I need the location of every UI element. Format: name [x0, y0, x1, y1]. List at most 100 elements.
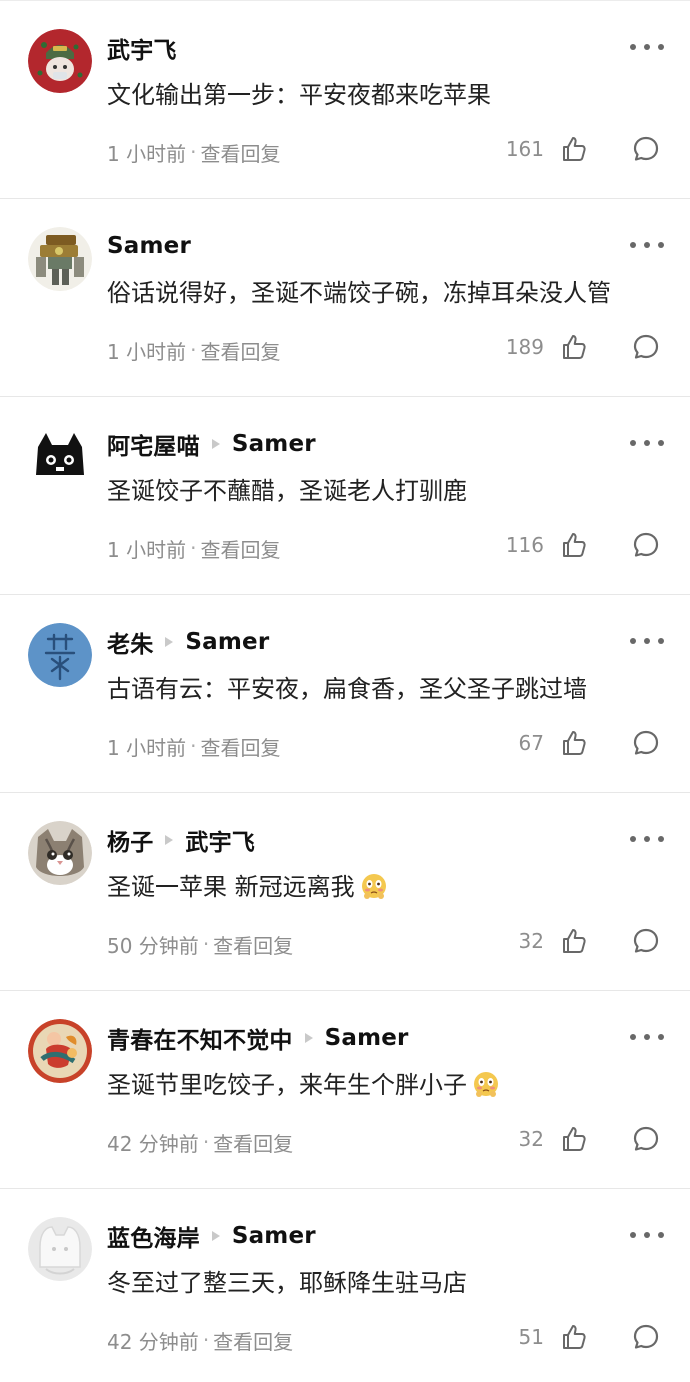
comment-bubble-icon[interactable] [630, 1321, 662, 1353]
username[interactable]: 阿宅屋喵 [107, 427, 200, 461]
comment-meta: 42 分钟前 · 查看回复 [107, 1325, 293, 1355]
username[interactable]: 武宇飞 [107, 31, 177, 65]
comment-header: 老朱 Samer [107, 625, 269, 659]
view-replies-link[interactable]: 查看回复 [213, 1326, 293, 1355]
thumbs-up-icon[interactable] [558, 925, 590, 957]
black-cat-avatar[interactable] [28, 425, 92, 489]
username[interactable]: 老朱 [107, 625, 153, 659]
comment-header: Samer [107, 229, 191, 263]
comment-header: 阿宅屋喵 Samer [107, 427, 316, 461]
comment-item: 青春在不知不觉中 Samer 圣诞节里吃饺子，来年生个胖小子 42 分钟前 · … [0, 991, 690, 1189]
view-replies-link[interactable]: 查看回复 [200, 732, 280, 761]
username[interactable]: Samer [107, 233, 191, 259]
comment-meta: 1 小时前 · 查看回复 [107, 533, 280, 563]
white-cat-avatar[interactable] [28, 1217, 92, 1281]
more-dots-icon[interactable] [630, 633, 664, 649]
comment-text: 圣诞饺子不蘸醋，圣诞老人打驯鹿 [107, 477, 467, 505]
comment-bubble-icon[interactable] [630, 529, 662, 561]
comment-actions: 189 [504, 327, 662, 367]
comment-time: 1 小时前 [107, 141, 187, 166]
more-dots-icon[interactable] [630, 1227, 664, 1243]
cat-in-red-hat-avatar[interactable] [28, 29, 92, 93]
comment-meta: 1 小时前 · 查看回复 [107, 335, 280, 365]
reply-arrow-icon [211, 1231, 220, 1241]
like-count: 67 [518, 731, 544, 755]
comment-text-content: 圣诞一苹果 新冠远离我 [107, 873, 355, 901]
comment-meta: 42 分钟前 · 查看回复 [107, 1127, 293, 1157]
comment-actions: 32 [504, 1119, 662, 1159]
view-replies-link[interactable]: 查看回复 [213, 930, 293, 959]
comment-bubble-icon[interactable] [630, 331, 662, 363]
comment-actions: 51 [504, 1317, 662, 1357]
reply-arrow-icon [165, 835, 174, 845]
comment-actions: 116 [504, 525, 662, 565]
more-dots-icon[interactable] [630, 39, 664, 55]
comment-meta: 1 小时前 · 查看回复 [107, 137, 280, 167]
reply-target-username[interactable]: Samer [232, 431, 316, 457]
reply-target-username[interactable]: 武宇飞 [185, 823, 255, 857]
comment-time: 1 小时前 [107, 537, 187, 562]
comment-text: 古语有云：平安夜，扁食香，圣父圣子跳过墙 [107, 675, 587, 703]
comment-bubble-icon[interactable] [630, 925, 662, 957]
like-count: 189 [505, 335, 544, 359]
comment-actions: 67 [504, 723, 662, 763]
view-replies-link[interactable]: 查看回复 [200, 336, 280, 365]
username[interactable]: 杨子 [107, 823, 153, 857]
reply-arrow-icon [165, 637, 174, 647]
comment-text: 文化输出第一步：平安夜都来吃苹果 [107, 81, 491, 109]
view-replies-link[interactable]: 查看回复 [200, 534, 280, 563]
comment-header: 蓝色海岸 Samer [107, 1219, 316, 1253]
separator-dot: · [190, 536, 197, 560]
view-replies-link[interactable]: 查看回复 [200, 138, 280, 167]
reply-arrow-icon [211, 439, 220, 449]
comment-bubble-icon[interactable] [630, 727, 662, 759]
flushed-face-emoji [471, 1069, 501, 1099]
comment-actions: 161 [504, 129, 662, 169]
comment-text: 冬至过了整三天，耶稣降生驻马店 [107, 1269, 467, 1297]
separator-dot: · [202, 932, 210, 956]
comment-text: 俗话说得好，圣诞不端饺子碗，冻掉耳朵没人管 [107, 279, 611, 307]
comment-header: 武宇飞 [107, 31, 177, 65]
comment-header: 青春在不知不觉中 Samer [107, 1021, 409, 1055]
reply-target-username[interactable]: Samer [325, 1025, 409, 1051]
mech-robot-avatar[interactable] [28, 227, 92, 291]
chinese-nianhua-avatar[interactable] [28, 1019, 92, 1083]
flushed-face-emoji [359, 871, 389, 901]
thumbs-up-icon[interactable] [558, 1321, 590, 1353]
more-dots-icon[interactable] [630, 435, 664, 451]
more-dots-icon[interactable] [630, 237, 664, 253]
thumbs-up-icon[interactable] [558, 331, 590, 363]
username[interactable]: 蓝色海岸 [107, 1219, 200, 1253]
comment-item: 老朱 Samer 古语有云：平安夜，扁食香，圣父圣子跳过墙 1 小时前 · 查看… [0, 595, 690, 793]
comment-header: 杨子 武宇飞 [107, 823, 255, 857]
comment-bubble-icon[interactable] [630, 1123, 662, 1155]
thumbs-up-icon[interactable] [558, 1123, 590, 1155]
comment-time: 42 分钟前 [107, 1131, 199, 1156]
reply-target-username[interactable]: Samer [232, 1223, 316, 1249]
comment-item: 蓝色海岸 Samer 冬至过了整三天，耶稣降生驻马店 42 分钟前 · 查看回复… [0, 1189, 690, 1379]
tabby-cat-avatar[interactable] [28, 821, 92, 885]
separator-dot: · [202, 1328, 210, 1352]
blue-calligraphy-avatar[interactable] [28, 623, 92, 687]
comment-text: 圣诞节里吃饺子，来年生个胖小子 [107, 1065, 656, 1105]
view-replies-link[interactable]: 查看回复 [213, 1128, 293, 1157]
comment-time: 50 分钟前 [107, 933, 199, 958]
comment-item: 杨子 武宇飞 圣诞一苹果 新冠远离我 50 分钟前 · 查看回复 32 [0, 793, 690, 991]
comment-item: Samer 俗话说得好，圣诞不端饺子碗，冻掉耳朵没人管 1 小时前 · 查看回复… [0, 199, 690, 397]
comment-list: 武宇飞 文化输出第一步：平安夜都来吃苹果 1 小时前 · 查看回复 161 Sa… [0, 0, 690, 1382]
comment-item: 阿宅屋喵 Samer 圣诞饺子不蘸醋，圣诞老人打驯鹿 1 小时前 · 查看回复 … [0, 397, 690, 595]
separator-dot: · [190, 338, 197, 362]
comment-meta: 50 分钟前 · 查看回复 [107, 929, 293, 959]
thumbs-up-icon[interactable] [558, 727, 590, 759]
username[interactable]: 青春在不知不觉中 [107, 1021, 293, 1055]
comment-meta: 1 小时前 · 查看回复 [107, 731, 280, 761]
thumbs-up-icon[interactable] [558, 133, 590, 165]
comment-bubble-icon[interactable] [630, 133, 662, 165]
separator-dot: · [190, 734, 197, 758]
more-dots-icon[interactable] [630, 831, 664, 847]
reply-target-username[interactable]: Samer [185, 629, 269, 655]
thumbs-up-icon[interactable] [558, 529, 590, 561]
more-dots-icon[interactable] [630, 1029, 664, 1045]
separator-dot: · [190, 140, 197, 164]
like-count: 116 [505, 533, 544, 557]
